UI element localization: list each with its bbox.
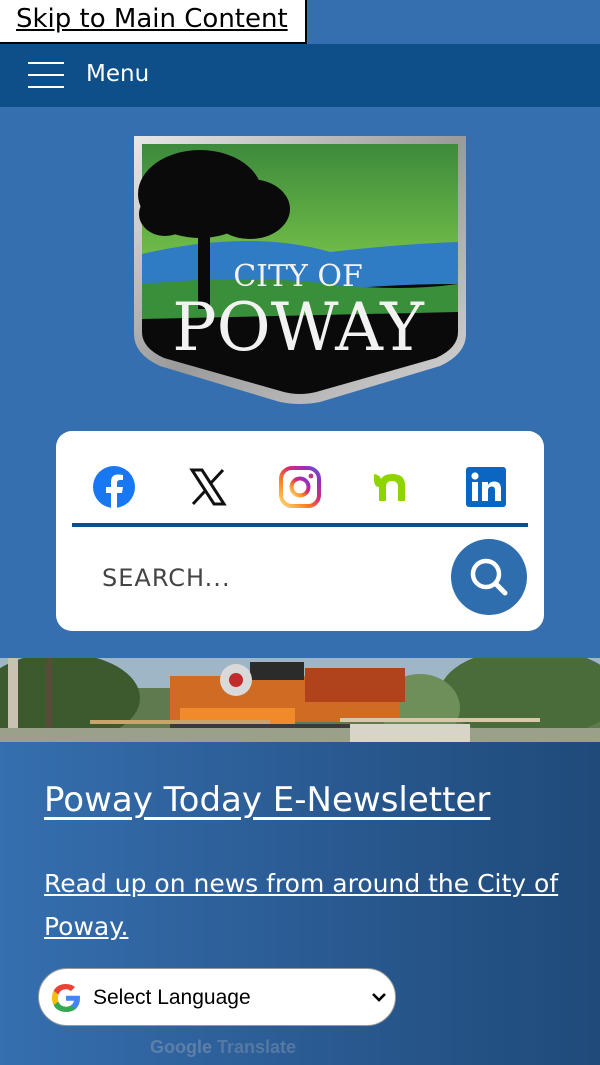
powered-by-google-translate[interactable]: Google Translate [150,1037,296,1058]
nextdoor-icon[interactable] [370,465,414,509]
skip-link-container: Skip to Main Content [0,0,307,44]
search-button[interactable] [451,539,527,615]
menu-bar[interactable]: Menu [0,44,600,107]
search-icon [470,558,508,596]
social-search-card [56,431,544,631]
menu-label[interactable]: Menu [86,61,149,87]
skip-to-main-content-link[interactable]: Skip to Main Content [16,4,288,34]
select-language-label: Select Language [93,986,251,1009]
linkedin-icon[interactable] [464,465,508,509]
hero-photo-train [0,658,600,742]
newsletter-title-link[interactable]: Poway Today E-Newsletter [44,780,490,820]
language-select[interactable]: Select Language [38,968,396,1026]
newsletter-description-link[interactable]: Read up on news from around the City of … [44,862,564,948]
google-g-icon [52,984,80,1012]
google-wordmark: Google [150,1037,212,1057]
translate-wordmark: Translate [217,1037,297,1057]
hamburger-icon[interactable] [28,60,64,90]
facebook-icon[interactable] [92,465,136,509]
x-icon[interactable] [186,465,230,509]
social-links [72,451,528,523]
search-input[interactable] [102,561,402,595]
instagram-icon[interactable] [278,465,322,509]
city-of-poway-logo[interactable]: CITY OF POWAY [130,134,470,406]
card-divider [72,523,528,527]
svg-text:POWAY: POWAY [172,289,425,366]
chevron-down-icon [372,993,386,1002]
